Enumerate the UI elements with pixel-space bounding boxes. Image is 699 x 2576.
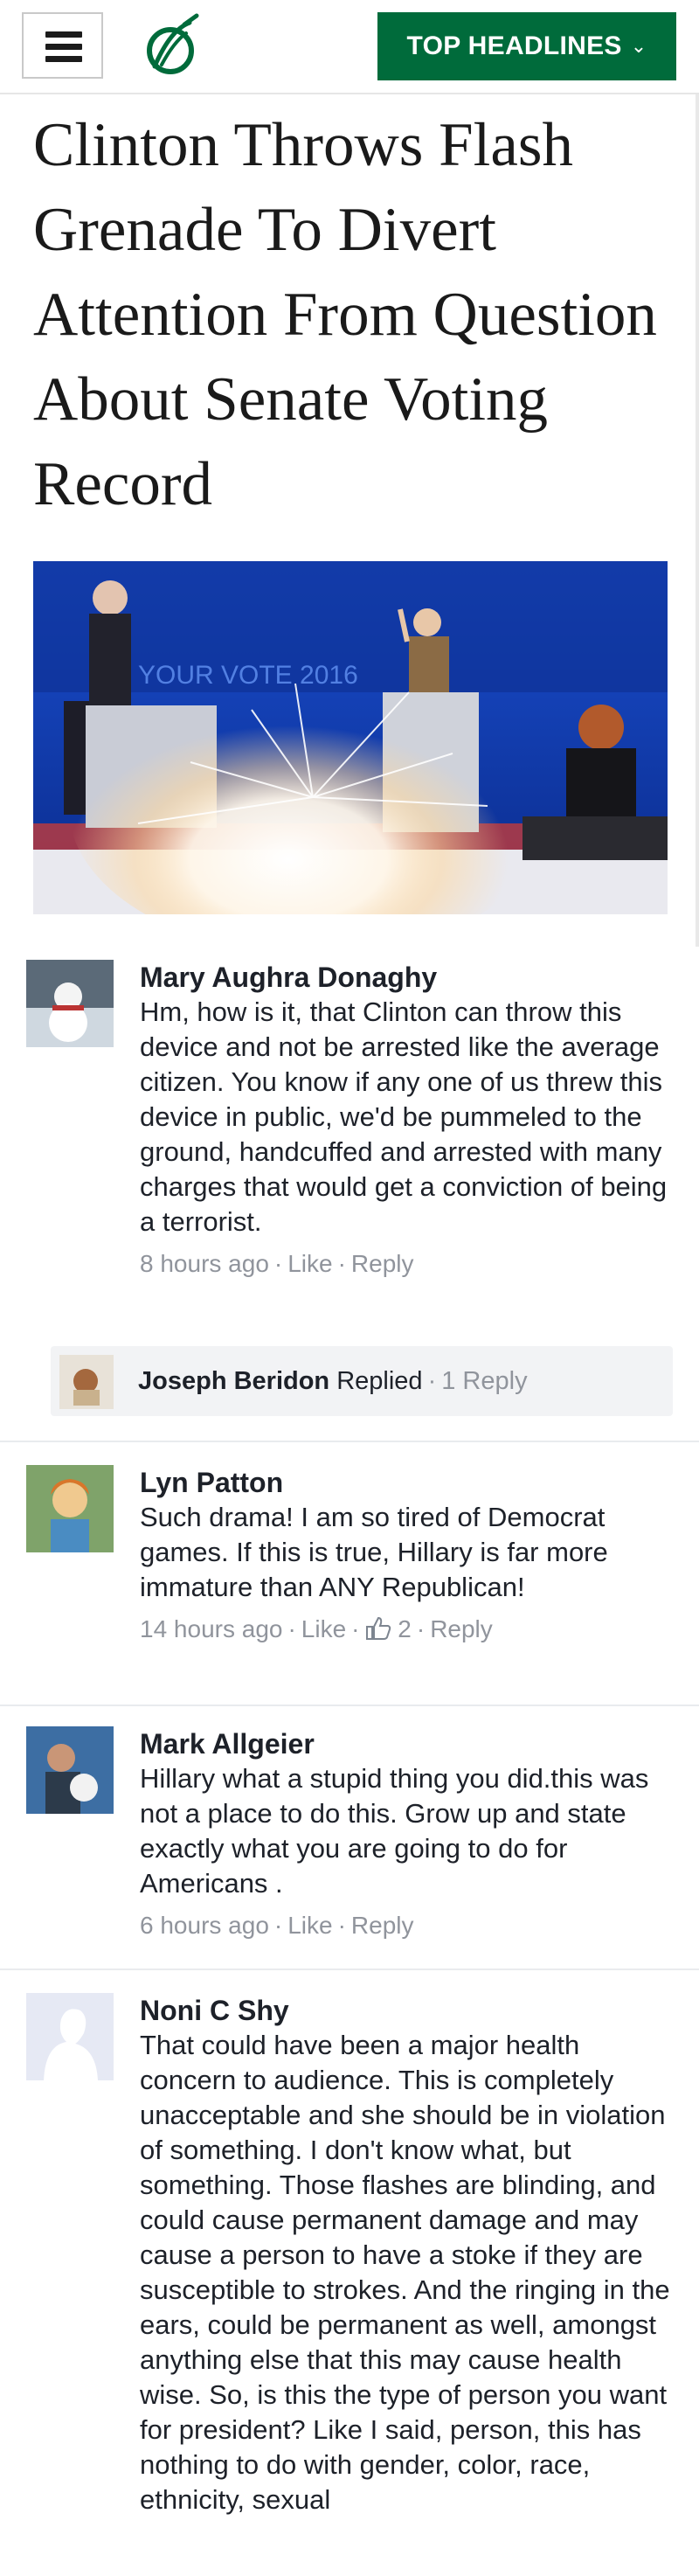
reply-thread[interactable]: Joseph Beridon Replied · 1 Reply <box>51 1346 673 1416</box>
menu-bar <box>45 31 82 38</box>
thumbs-up-icon <box>365 1615 391 1640</box>
avatar[interactable] <box>26 1993 114 2080</box>
avatar[interactable] <box>26 1726 114 1814</box>
avatar[interactable] <box>59 1355 114 1409</box>
comment-meta: 6 hours ago · Like · Reply <box>140 1912 414 1939</box>
comment-meta: 14 hours ago · Like · 2 · Reply <box>140 1615 493 1642</box>
avatar[interactable] <box>26 1465 114 1552</box>
comment-author[interactable]: Noni C Shy <box>140 1993 682 2028</box>
comment-timestamp[interactable]: 6 hours ago <box>140 1912 269 1939</box>
comment-divider <box>0 1441 699 1442</box>
like-button[interactable]: Like <box>301 1615 346 1642</box>
comment-timestamp[interactable]: 8 hours ago <box>140 1250 269 1277</box>
reply-count[interactable]: 1 Reply <box>441 1367 527 1395</box>
comment-meta: 8 hours ago · Like · Reply <box>140 1250 414 1277</box>
comment-text: That could have been a major health conc… <box>140 2030 670 2515</box>
reply-button[interactable]: Reply <box>430 1615 493 1642</box>
hamburger-menu-button[interactable] <box>22 12 103 79</box>
reply-button[interactable]: Reply <box>351 1250 414 1277</box>
menu-bar <box>45 56 82 62</box>
reply-button[interactable]: Reply <box>351 1912 414 1939</box>
comment-author[interactable]: Mark Allgeier <box>140 1726 682 1761</box>
top-headlines-dropdown[interactable]: TOP HEADLINES ⌄ <box>377 12 676 80</box>
comment-text: Such drama! I am so tired of Democrat ga… <box>140 1502 608 1602</box>
comment-divider <box>0 1705 699 1706</box>
onion-logo-icon[interactable] <box>135 12 205 79</box>
comment-text: Hillary what a stupid thing you did.this… <box>140 1763 649 1899</box>
menu-bar <box>45 44 82 50</box>
avatar[interactable] <box>26 960 114 1047</box>
top-headlines-label: TOP HEADLINES <box>406 31 622 60</box>
reply-author[interactable]: Joseph Beridon <box>138 1367 329 1395</box>
comment-text: Hm, how is it, that Clinton can throw th… <box>140 996 668 1237</box>
top-nav-bar: TOP HEADLINES ⌄ <box>0 0 699 94</box>
chevron-down-icon: ⌄ <box>630 35 647 57</box>
content-edge <box>696 94 699 947</box>
like-button[interactable]: Like <box>287 1912 332 1939</box>
like-button[interactable]: Like <box>287 1250 332 1277</box>
comment-author[interactable]: Lyn Patton <box>140 1465 682 1500</box>
article-hero-image[interactable]: YOUR VOTE 2016 <box>33 561 668 914</box>
like-count: 2 <box>398 1615 412 1642</box>
comment-divider <box>0 1968 699 1970</box>
comment-timestamp[interactable]: 14 hours ago <box>140 1615 282 1642</box>
comment-author[interactable]: Mary Aughra Donaghy <box>140 960 682 995</box>
reply-action: Replied <box>336 1367 423 1395</box>
article-title: Clinton Throws Flash Grenade To Divert A… <box>33 111 657 518</box>
